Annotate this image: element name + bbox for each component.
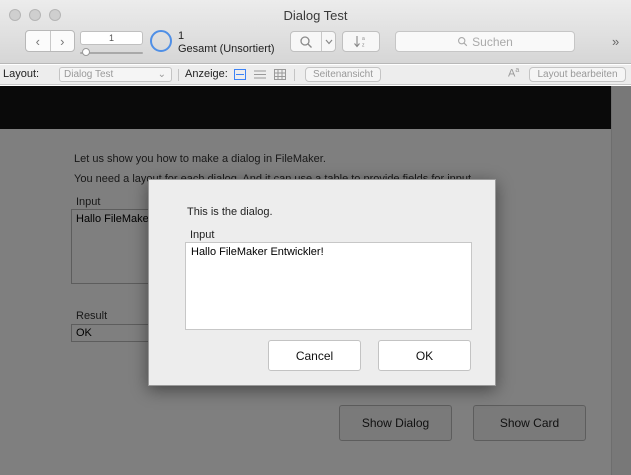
dialog-input-field[interactable]: Hallo FileMaker Entwickler! (185, 242, 472, 330)
found-status: Gesamt (Unsortiert) (178, 43, 275, 55)
chevron-down-icon (325, 39, 332, 44)
layout-select-value: Dialog Test (64, 69, 114, 80)
record-navigation: ‹ › (25, 30, 75, 52)
quick-search-input[interactable]: Suchen (395, 31, 575, 52)
magnifier-icon (300, 35, 312, 48)
layout-label: Layout: (3, 68, 40, 80)
find-button[interactable] (291, 32, 321, 51)
find-menu-button[interactable] (321, 32, 335, 51)
sort-button[interactable]: a z (342, 31, 380, 52)
text-format-icon[interactable]: Aa (508, 67, 519, 80)
edit-layout-button[interactable]: Layout bearbeiten (529, 67, 626, 82)
toolbar-overflow-button[interactable]: » (612, 34, 619, 49)
view-label: Anzeige: (185, 68, 228, 80)
window-titlebar: Dialog Test ‹ › 1 1 Gesamt (Unsortiert) … (0, 0, 631, 64)
found-count: 1 (178, 30, 185, 42)
list-view-icon[interactable] (254, 69, 266, 80)
svg-text:a: a (362, 36, 365, 42)
divider (294, 69, 295, 81)
card-dialog: This is the dialog. Input Hallo FileMake… (148, 179, 496, 386)
search-icon (458, 37, 468, 47)
record-slider-knob[interactable] (82, 48, 90, 56)
chevron-left-icon: ‹ (35, 33, 40, 49)
previous-record-button[interactable]: ‹ (26, 31, 50, 51)
preview-mode-button[interactable]: Seitenansicht (305, 67, 381, 82)
current-record-field[interactable]: 1 (80, 31, 143, 45)
svg-text:z: z (362, 43, 365, 49)
layout-bar: Layout: Dialog Test ⌄ Anzeige: Seitenans… (0, 65, 631, 85)
dialog-message: This is the dialog. (187, 206, 273, 218)
chevron-down-icon: ⌄ (157, 69, 166, 80)
found-set-pie-icon (150, 30, 172, 52)
sort-az-icon: a z (354, 36, 365, 49)
cancel-button[interactable]: Cancel (268, 340, 361, 371)
chevron-right-icon: › (60, 33, 65, 49)
search-placeholder: Suchen (472, 34, 513, 49)
layout-select[interactable]: Dialog Test ⌄ (59, 67, 172, 82)
find-button-group (290, 31, 336, 52)
divider (178, 69, 179, 81)
table-view-icon[interactable] (274, 69, 286, 80)
dialog-input-label: Input (190, 229, 215, 241)
ok-button[interactable]: OK (378, 340, 471, 371)
next-record-button[interactable]: › (49, 31, 75, 51)
form-view-icon[interactable] (234, 69, 246, 80)
window-title: Dialog Test (283, 8, 348, 23)
